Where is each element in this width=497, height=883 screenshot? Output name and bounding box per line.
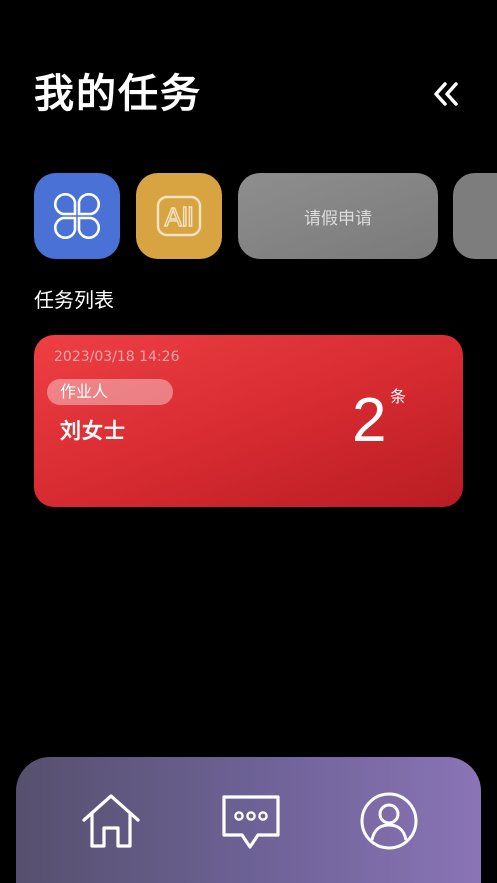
task-card[interactable]: 2023/03/18 14:26 作业人 刘女士 2 条: [34, 335, 463, 507]
nav-messages-button[interactable]: [218, 789, 284, 853]
leave-request-label: 请假申请: [304, 208, 372, 229]
task-page: 我的任务 All 请假申请 任务列表 2023/03/18 14:26 作业人 …: [0, 0, 497, 883]
task-role-badge: 作业人: [47, 379, 173, 405]
four-petal-grid-icon: [54, 193, 100, 239]
svg-text:All: All: [165, 202, 194, 232]
user-profile-icon: [360, 792, 418, 850]
all-tasks-button[interactable]: All: [136, 173, 222, 259]
nav-profile-button[interactable]: [356, 789, 422, 853]
more-action-button[interactable]: [453, 173, 497, 259]
task-count-unit: 条: [390, 387, 407, 406]
nav-home-button[interactable]: [78, 789, 144, 853]
double-chevron-left-icon: [434, 82, 458, 106]
collapse-button[interactable]: [426, 76, 466, 112]
home-icon: [82, 794, 140, 848]
chat-bubble-icon: [222, 795, 280, 849]
task-date: 2023/03/18 14:26: [54, 349, 180, 365]
task-assignee-name: 刘女士: [60, 419, 126, 443]
grid-menu-button[interactable]: [34, 173, 120, 259]
bottom-navigation: [16, 757, 481, 883]
leave-request-button[interactable]: 请假申请: [238, 173, 438, 259]
task-count: 2: [352, 386, 387, 455]
all-text-icon: All: [156, 195, 202, 237]
quick-actions-row: All 请假申请: [0, 173, 497, 259]
task-list-heading: 任务列表: [34, 288, 114, 312]
page-title: 我的任务: [34, 71, 202, 117]
